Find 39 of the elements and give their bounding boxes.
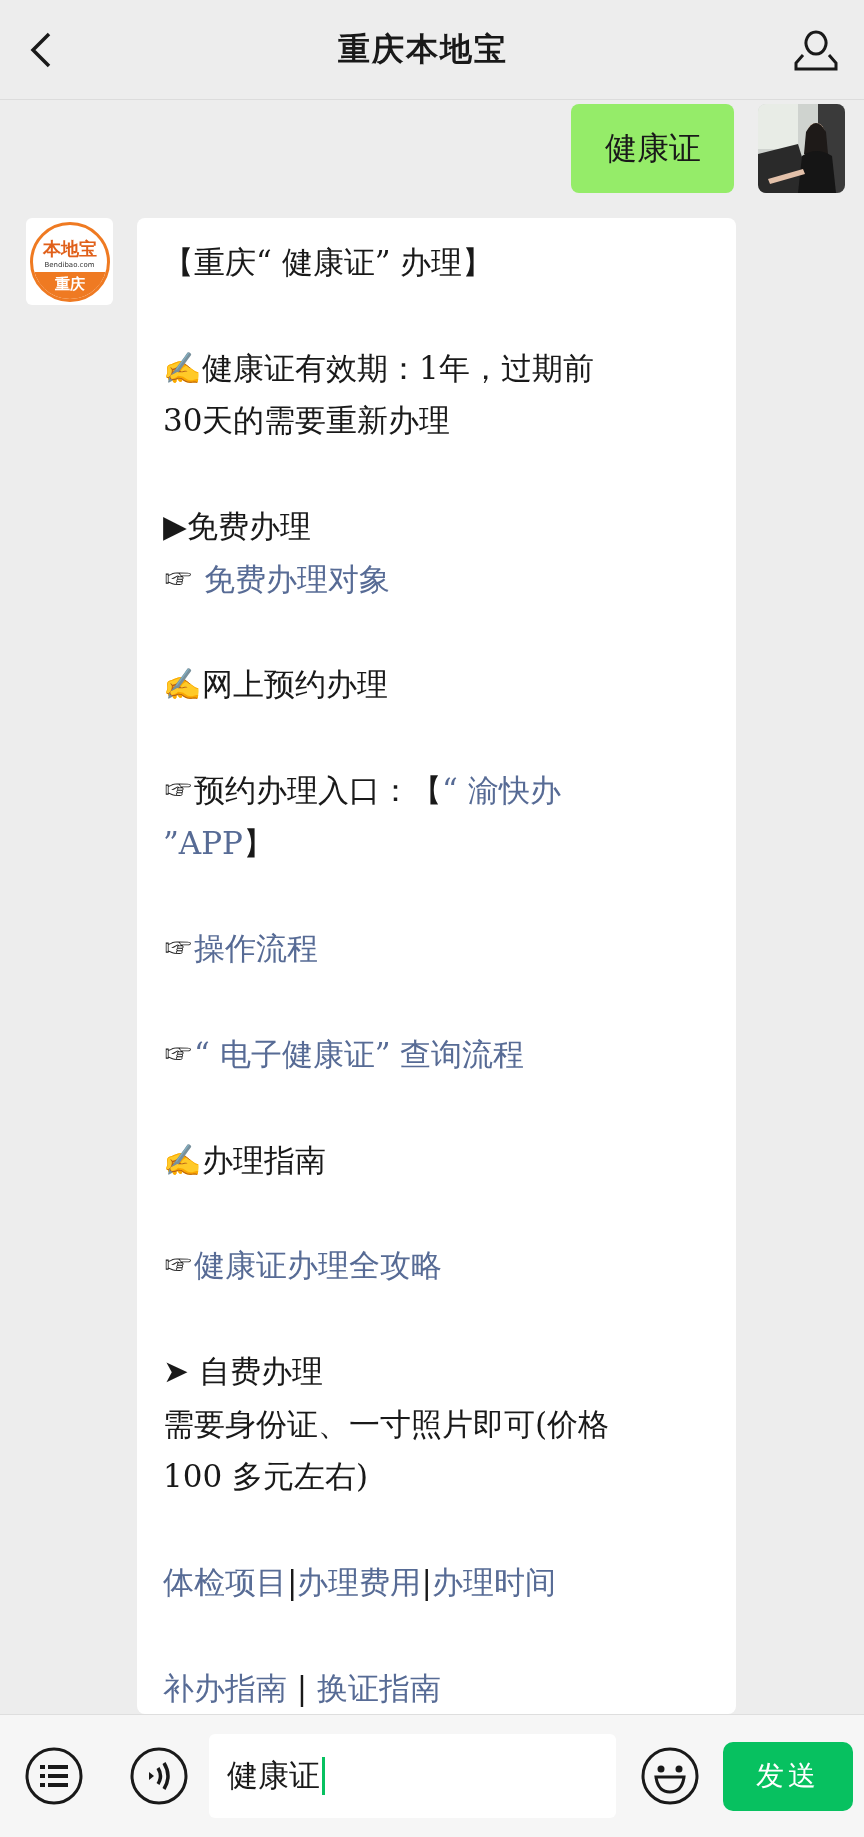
voice-icon[interactable] [129,1746,189,1806]
message-text: ☞ [163,560,195,597]
message-input-field[interactable]: 健康证 [209,1734,616,1818]
message-text: 100 多元左右) [163,1458,369,1495]
message-link[interactable]: 免费办理对象 [203,560,390,597]
message-text: ✍网上预约办理 [163,666,388,703]
message-text: ☞ [163,1035,194,1072]
message-link[interactable]: ”APP [163,824,243,861]
message-link[interactable]: 换证指南 [317,1669,442,1706]
message-text: ☞预约办理入口：【 [163,771,442,808]
message-text: ▶免费办理 [163,508,311,544]
message-link[interactable]: “ 电子健康证” 查询流程 [194,1035,525,1072]
logo-text: 本地宝 [42,236,97,261]
message-text: 【重庆“ 健康证” 办理】 [163,244,494,280]
message-text: ✍办理指南 [163,1141,326,1178]
message-text: | [287,1563,298,1600]
message-link[interactable]: 补办指南 [163,1669,287,1706]
message-text: ✍健康证有效期：1年，过期前 [163,349,594,386]
message-text: | [295,1669,309,1706]
menu-icon[interactable] [24,1746,84,1806]
chat-title: 重庆本地宝 [338,28,508,70]
message-link[interactable]: “ 渝快办 [442,771,561,808]
back-icon[interactable] [30,31,52,68]
message-text: | [421,1563,432,1600]
message-bubble: 健康证 [571,104,734,193]
message-link[interactable]: 操作流程 [194,930,318,967]
message-text: ☞ [163,930,194,967]
message-link[interactable]: 体检项目 [163,1563,287,1600]
message-text: ➤ 自费办理 [163,1352,323,1389]
person-icon[interactable] [794,28,838,71]
logo-text: 重庆 [32,271,107,299]
message-text: 30天的需要重新办理 [163,402,451,439]
message-link[interactable]: 办理费用 [297,1563,422,1600]
message-text: 需要身份证、一寸照片即可(价格 [163,1405,610,1442]
message-link[interactable]: 健康证办理全攻略 [194,1247,442,1284]
message-link[interactable]: 办理时间 [431,1563,556,1600]
message-text: 】 [242,824,274,861]
message-text: ☞ [163,1247,194,1284]
emoji-icon[interactable] [640,1746,700,1806]
